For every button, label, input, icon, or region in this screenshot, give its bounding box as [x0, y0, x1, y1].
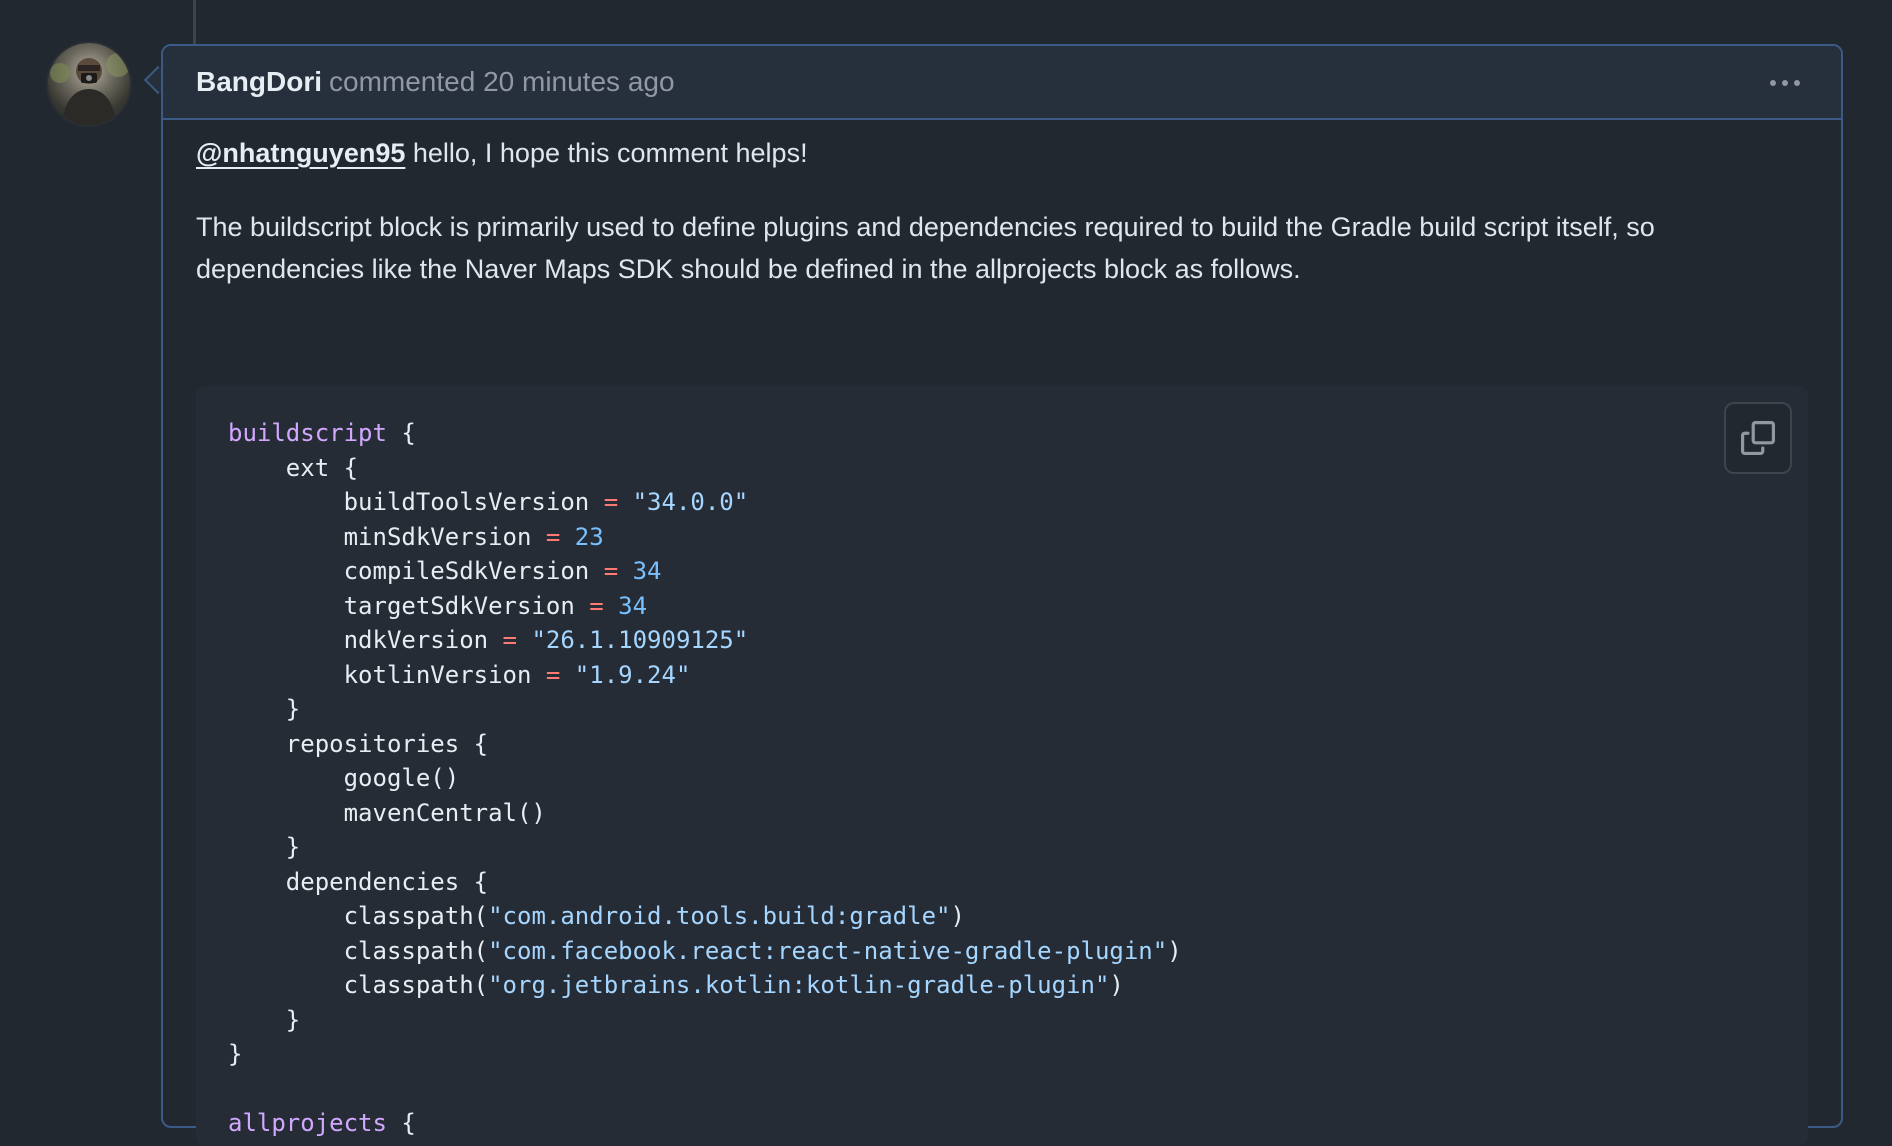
code-assignment-line: targetSdkVersion = 34	[228, 592, 647, 620]
ext-assignments: buildToolsVersion = "34.0.0" minSdkVersi…	[228, 488, 749, 689]
code-ext: ext {	[228, 453, 359, 482]
code-keyword: allprojects	[228, 1109, 387, 1137]
code-value: 23	[574, 522, 604, 551]
code-assignment-line: compileSdkVersion = 34	[228, 557, 662, 585]
comment-box: BangDori commented 20 minutes ago @nhatn…	[161, 44, 1843, 1146]
avatar-photo-icon	[50, 53, 130, 125]
greeting-paragraph: @nhatnguyen95 hello, I hope this comment…	[196, 132, 1808, 174]
code-close: }	[228, 695, 301, 723]
code-string: "org.jetbrains.kotlin:kotlin-gradle-plug…	[488, 971, 1110, 999]
code-classpath-line: classpath("org.jetbrains.kotlin:kotlin-g…	[228, 971, 1124, 999]
code-keyword: buildscript	[228, 419, 387, 447]
code-variable: targetSdkVersion	[228, 591, 590, 620]
code-paren: )	[950, 902, 965, 930]
code-string: "com.facebook.react:react-native-gradle-…	[488, 936, 1168, 965]
code-value: "34.0.0"	[632, 488, 749, 516]
code-block: buildscript { ext { buildToolsVersion = …	[196, 386, 1808, 1146]
code-value: 34	[618, 591, 648, 620]
code-brace: {	[386, 419, 416, 447]
code-operator: =	[545, 660, 561, 689]
code-mavencentral: mavenCentral()	[228, 798, 546, 827]
code-value: 34	[632, 557, 662, 585]
timeline-line	[193, 0, 196, 44]
code-google: google()	[228, 764, 460, 792]
comment-header: BangDori commented 20 minutes ago	[163, 46, 1841, 120]
code-classpath-call: classpath(	[228, 971, 489, 999]
code-classpath-call: classpath(	[228, 936, 489, 965]
comment-body: @nhatnguyen95 hello, I hope this comment…	[196, 120, 1808, 1146]
kebab-horizontal-icon[interactable]	[1763, 68, 1807, 98]
code-paren: )	[1109, 971, 1124, 999]
author-link[interactable]: BangDori	[196, 66, 322, 98]
code-close: }	[228, 833, 301, 861]
code-assignment-line: kotlinVersion = "1.9.24"	[228, 660, 691, 689]
code-variable: kotlinVersion	[228, 660, 546, 689]
code-close: }	[228, 1005, 301, 1034]
avatar[interactable]	[48, 43, 130, 125]
code-assignment-line: ndkVersion = "26.1.10909125"	[228, 626, 749, 654]
code-variable: buildToolsVersion	[228, 488, 604, 516]
explanation-paragraph: The buildscript block is primarily used …	[196, 212, 1655, 284]
user-mention-link[interactable]: @nhatnguyen95	[196, 138, 405, 168]
code-operator: =	[603, 488, 619, 516]
code-dependencies: dependencies {	[228, 867, 489, 896]
code-brace: {	[386, 1109, 416, 1137]
copy-icon	[1741, 421, 1775, 455]
code-variable: ndkVersion	[228, 626, 503, 654]
code-operator: =	[502, 626, 517, 654]
code-content: buildscript { ext { buildToolsVersion = …	[228, 416, 1182, 1141]
copy-button[interactable]	[1724, 402, 1792, 474]
code-classpath-call: classpath(	[228, 902, 489, 930]
code-paren: )	[1167, 936, 1182, 965]
code-operator: =	[589, 591, 604, 620]
classpath-lines: classpath("com.android.tools.build:gradl…	[228, 902, 1182, 999]
code-classpath-line: classpath("com.facebook.react:react-nati…	[228, 937, 1182, 965]
code-value: "26.1.10909125"	[531, 626, 749, 654]
code-variable: minSdkVersion	[228, 522, 546, 551]
code-string: "com.android.tools.build:gradle"	[488, 902, 951, 930]
code-operator: =	[603, 557, 619, 585]
code-repositories: repositories {	[228, 729, 489, 758]
code-operator: =	[545, 522, 561, 551]
greeting-text: hello, I hope this comment helps!	[405, 138, 808, 168]
code-assignment-line: buildToolsVersion = "34.0.0"	[228, 488, 749, 516]
code-assignment-line: minSdkVersion = 23	[228, 523, 604, 551]
code-variable: compileSdkVersion	[228, 557, 604, 585]
code-value: "1.9.24"	[574, 660, 691, 689]
comment-timestamp[interactable]: commented 20 minutes ago	[329, 66, 675, 98]
code-classpath-line: classpath("com.android.tools.build:gradl…	[228, 902, 965, 930]
code-close: }	[228, 1040, 243, 1068]
